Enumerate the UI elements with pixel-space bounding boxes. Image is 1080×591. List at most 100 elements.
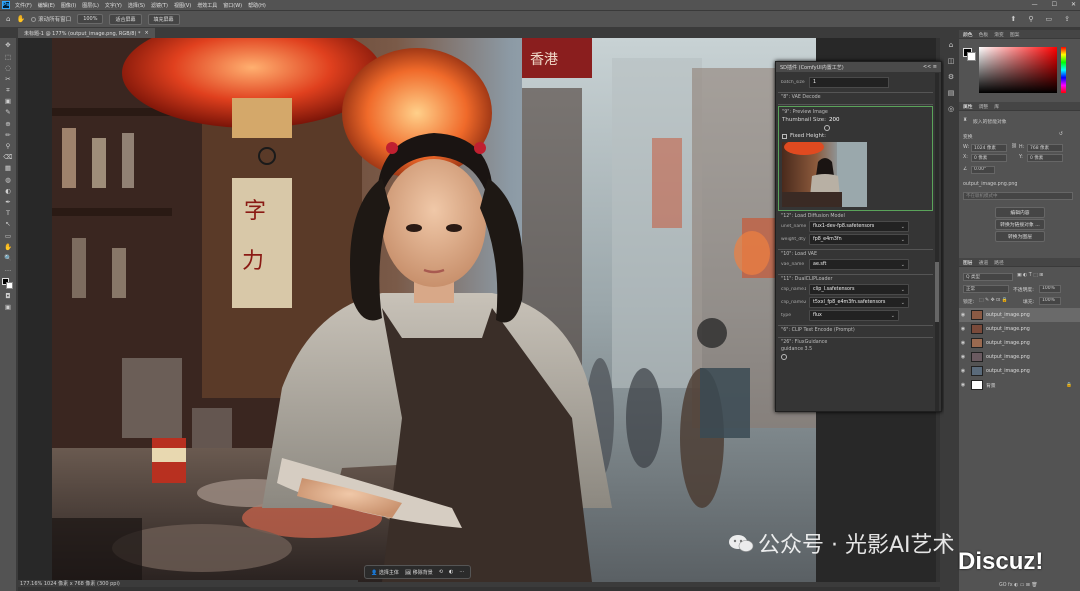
menu-file[interactable]: 文件(F) bbox=[15, 2, 32, 9]
convert-layers-button[interactable]: 转换为图层 bbox=[995, 231, 1045, 242]
pen-tool-icon[interactable]: ✒ bbox=[3, 198, 13, 207]
width-field[interactable]: 1024 像素 bbox=[971, 144, 1007, 152]
share-doc-icon[interactable]: ⇪ bbox=[1064, 15, 1070, 23]
plugin-header[interactable]: SD插件 (ComfyUI内置工艺) << ≡ bbox=[776, 62, 941, 72]
type-tool-icon[interactable]: T bbox=[3, 209, 13, 218]
tab-swatches[interactable]: 色板 bbox=[979, 31, 989, 38]
menu-image[interactable]: 图像(I) bbox=[61, 2, 76, 9]
document-tab[interactable]: 未标题-1 @ 177% (output_image.png, RGB/8) *… bbox=[18, 28, 155, 38]
tab-layers[interactable]: 图层 bbox=[963, 259, 973, 266]
plugin-scrollbar-thumb[interactable] bbox=[935, 262, 939, 322]
layer-row-background[interactable]: ◉ 背景 🔒 bbox=[959, 378, 1080, 392]
fill-screen-button[interactable]: 填充屏幕 bbox=[147, 13, 180, 25]
eye-icon[interactable]: ◉ bbox=[959, 312, 967, 318]
rectangle-tool-icon[interactable]: ▭ bbox=[3, 231, 13, 240]
minimize-icon[interactable]: — bbox=[1032, 1, 1038, 8]
zoom-tool-icon[interactable]: 🔍 bbox=[3, 254, 13, 263]
filter-icons[interactable]: ▣ ◐ T ⬚ ⊞ bbox=[1017, 273, 1043, 278]
thumbnail-size-value[interactable]: 200 bbox=[829, 117, 840, 123]
layer-kind-filter[interactable]: Q 类型 bbox=[963, 273, 1013, 281]
eye-icon[interactable]: ◉ bbox=[959, 326, 967, 332]
lasso-tool-icon[interactable]: ◌ bbox=[3, 63, 13, 72]
move-tool-icon[interactable]: ✥ bbox=[3, 41, 13, 50]
menu-view[interactable]: 视图(V) bbox=[174, 2, 191, 9]
select-subject-button[interactable]: 👤 选择主体 bbox=[371, 569, 399, 576]
path-select-tool-icon[interactable]: ↖ bbox=[3, 220, 13, 229]
tab-channels[interactable]: 通道 bbox=[979, 259, 989, 266]
layer-row[interactable]: ◉ output_image.png bbox=[959, 336, 1080, 350]
clone-stamp-tool-icon[interactable]: ⚲ bbox=[3, 142, 13, 151]
more-button[interactable]: ··· bbox=[459, 569, 464, 575]
lock-icons[interactable]: ⬚ ✎ ✥ ⊡ 🔒 bbox=[979, 298, 1008, 303]
object-select-tool-icon[interactable]: ▣ bbox=[3, 97, 13, 106]
angle-field[interactable]: 0.00° bbox=[971, 166, 995, 174]
menu-type[interactable]: 文字(Y) bbox=[105, 2, 122, 9]
weight-dtype-select[interactable]: fp8_e4m3fn ⌄ bbox=[809, 234, 909, 245]
menu-edit[interactable]: 编辑(E) bbox=[38, 2, 55, 9]
crop-tool-icon[interactable]: ✂ bbox=[3, 75, 13, 84]
settings-icon[interactable]: ⚙ bbox=[948, 73, 954, 81]
guidance-slider-handle[interactable] bbox=[781, 354, 787, 360]
dodge-tool-icon[interactable]: ◐ bbox=[3, 186, 13, 195]
share-icon[interactable]: ⬆ bbox=[1010, 15, 1016, 23]
marquee-tool-icon[interactable]: ⬚ bbox=[3, 52, 13, 61]
tab-properties[interactable]: 属性 bbox=[963, 103, 973, 110]
layer-row[interactable]: ◉ output_image.png bbox=[959, 364, 1080, 378]
layer-row[interactable]: ◉ output_image.png bbox=[959, 322, 1080, 336]
menu-filter[interactable]: 滤镜(T) bbox=[151, 2, 168, 9]
eye-icon[interactable]: ◉ bbox=[959, 340, 967, 346]
tab-adjustments[interactable]: 调整 bbox=[979, 103, 989, 110]
frame-tool-icon[interactable]: ⌗ bbox=[3, 86, 13, 95]
menu-select[interactable]: 选择(S) bbox=[128, 2, 145, 9]
remove-background-button[interactable]: 🖼 移除背景 bbox=[405, 569, 433, 576]
plugin-scrollbar[interactable] bbox=[935, 73, 939, 411]
close-tab-icon[interactable]: × bbox=[145, 30, 149, 36]
tab-patterns[interactable]: 图案 bbox=[1010, 31, 1020, 38]
eye-icon[interactable]: ◉ bbox=[959, 368, 967, 374]
plugin-icon[interactable]: ◎ bbox=[948, 105, 954, 113]
hue-slider[interactable] bbox=[1061, 47, 1066, 93]
home-icon[interactable]: ⌂ bbox=[6, 15, 10, 23]
maximize-icon[interactable]: ☐ bbox=[1052, 1, 1057, 8]
gradient-tool-icon[interactable]: ▦ bbox=[3, 164, 13, 173]
preview-thumbnail[interactable] bbox=[782, 142, 867, 207]
tab-libraries[interactable]: 库 bbox=[994, 103, 999, 110]
layer-row[interactable]: ◉ output_image.png bbox=[959, 308, 1080, 322]
reset-icon[interactable]: ↺ bbox=[1059, 132, 1063, 137]
tab-paths[interactable]: 路径 bbox=[994, 259, 1004, 266]
eraser-tool-icon[interactable]: ⌫ bbox=[3, 153, 13, 162]
workspace-icon[interactable]: ▭ bbox=[1046, 15, 1053, 23]
y-field[interactable]: 0 像素 bbox=[1027, 154, 1063, 162]
document-image[interactable]: 字 力 香港 bbox=[52, 38, 816, 582]
close-icon[interactable]: ✕ bbox=[1071, 1, 1076, 8]
menu-window[interactable]: 窗口(W) bbox=[223, 2, 242, 9]
edit-contents-button[interactable]: 编辑内容 bbox=[995, 207, 1045, 218]
eye-icon[interactable]: ◉ bbox=[959, 382, 967, 388]
tab-gradients[interactable]: 渐变 bbox=[994, 31, 1004, 38]
zoom-100-button[interactable]: 100% bbox=[77, 14, 104, 24]
height-field[interactable]: 768 像素 bbox=[1027, 144, 1063, 152]
brush-tool-icon[interactable]: ✏ bbox=[3, 131, 13, 140]
scroll-all-windows-checkbox[interactable]: 滚动所有窗口 bbox=[31, 15, 71, 23]
background-color-swatch[interactable] bbox=[6, 281, 13, 289]
tab-color[interactable]: 颜色 bbox=[963, 31, 973, 38]
color-swatches[interactable] bbox=[2, 277, 14, 290]
blur-tool-icon[interactable]: ◍ bbox=[3, 175, 13, 184]
convert-linked-button[interactable]: 转换为链接对象 ... bbox=[995, 219, 1045, 230]
background-color[interactable] bbox=[967, 52, 976, 61]
eye-icon[interactable]: ◉ bbox=[959, 354, 967, 360]
color-field[interactable] bbox=[979, 47, 1057, 93]
type-select[interactable]: flux ⌄ bbox=[809, 310, 899, 321]
menu-help[interactable]: 帮助(H) bbox=[248, 2, 266, 9]
panel-icon[interactable]: ◫ bbox=[948, 57, 955, 65]
fixed-height-checkbox[interactable] bbox=[782, 133, 787, 139]
x-field[interactable]: 0 像素 bbox=[971, 154, 1007, 162]
fit-screen-button[interactable]: 适合屏幕 bbox=[109, 13, 142, 25]
horizontal-scrollbar[interactable] bbox=[18, 587, 940, 591]
hand-tool-icon[interactable]: ✋ bbox=[16, 15, 25, 23]
clip-name2-select[interactable]: t5xxl_fp8_e4m3fn.safetensors ⌄ bbox=[809, 297, 909, 308]
list-icon[interactable]: ▤ bbox=[948, 89, 955, 97]
thumbnail-slider-handle[interactable] bbox=[824, 125, 830, 131]
layer-bottom-icons[interactable]: GO fx ◐ ▭ ⊞ 🗑 bbox=[999, 583, 1037, 588]
fill-field[interactable]: 100% bbox=[1039, 297, 1061, 305]
